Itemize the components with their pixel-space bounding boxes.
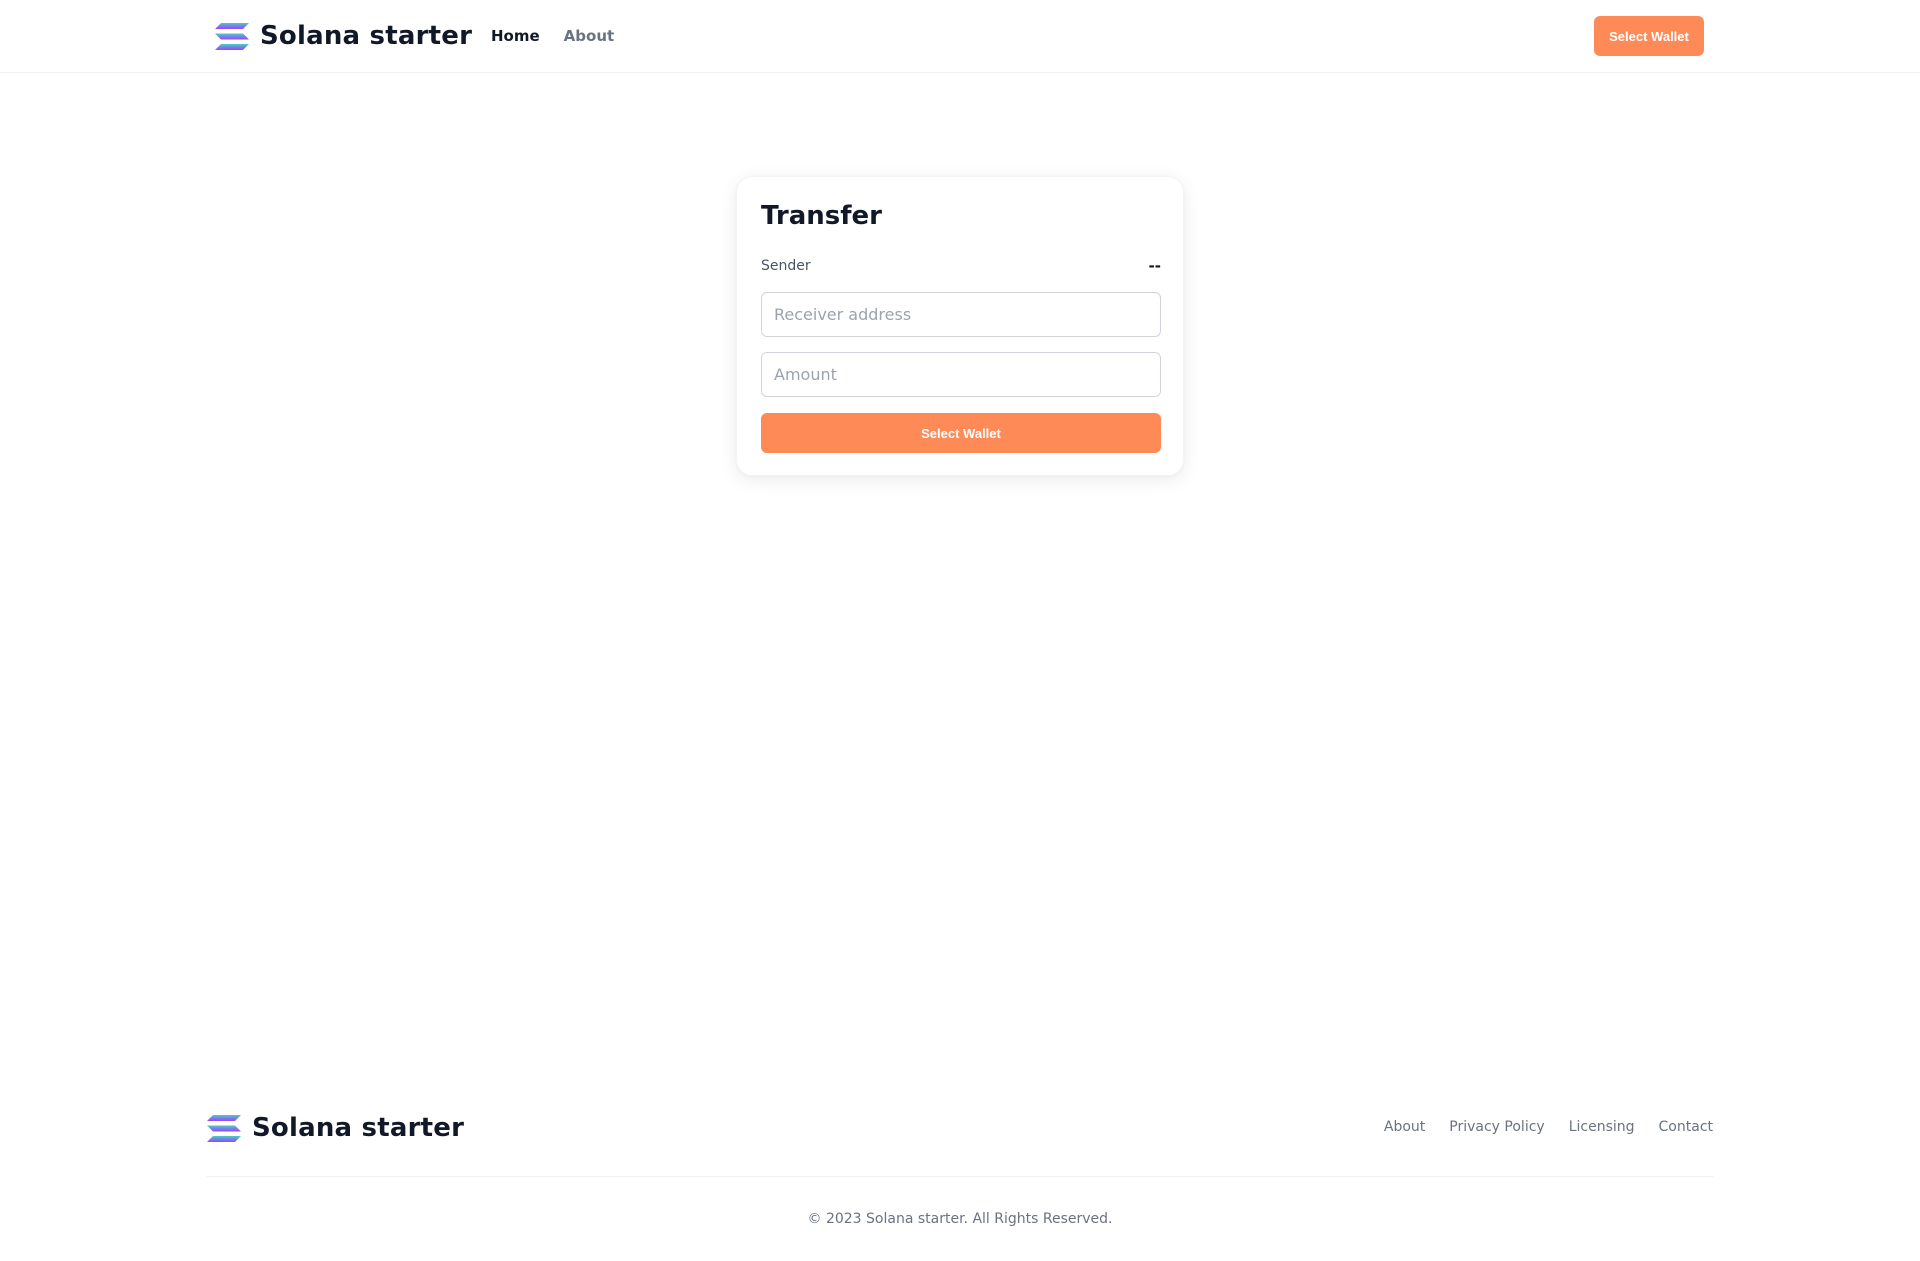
footer-brand-link[interactable]: Solana starter [207, 1112, 464, 1144]
sender-row: Sender -- [761, 257, 1161, 275]
footer-link-privacy-policy[interactable]: Privacy Policy [1449, 1119, 1544, 1135]
nav-home[interactable]: Home [491, 27, 540, 45]
transfer-title: Transfer [761, 201, 882, 231]
footer-link-licensing[interactable]: Licensing [1569, 1119, 1635, 1135]
footer-divider [207, 1176, 1713, 1177]
footer-nav: About Privacy Policy Licensing Contact [1384, 1119, 1713, 1135]
footer-link-contact[interactable]: Contact [1659, 1119, 1713, 1135]
footer-brand-title: Solana starter [252, 1113, 465, 1143]
sender-value: -- [1148, 257, 1161, 275]
nav-about[interactable]: About [564, 27, 615, 45]
select-wallet-button-header[interactable]: Select Wallet [1594, 16, 1704, 56]
sender-label: Sender [761, 258, 811, 274]
site-header: Solana starter Home About Select Wallet [0, 0, 1920, 73]
page: Solana starter Home About Select Wallet … [0, 0, 1920, 1261]
receiver-address-input[interactable] [761, 292, 1161, 337]
main-nav: Home About [491, 27, 614, 45]
solana-logo-icon [215, 22, 249, 50]
select-wallet-button-card[interactable]: Select Wallet [761, 413, 1161, 453]
transfer-card: Transfer Sender -- Select Wallet [736, 176, 1184, 476]
footer-link-about[interactable]: About [1384, 1119, 1425, 1135]
copyright-text: © 2023 Solana starter. All Rights Reserv… [807, 1211, 1113, 1227]
amount-input[interactable] [761, 352, 1161, 397]
brand-link[interactable]: Solana starter [215, 20, 472, 52]
brand-title: Solana starter [260, 21, 473, 51]
solana-logo-icon [207, 1114, 241, 1142]
